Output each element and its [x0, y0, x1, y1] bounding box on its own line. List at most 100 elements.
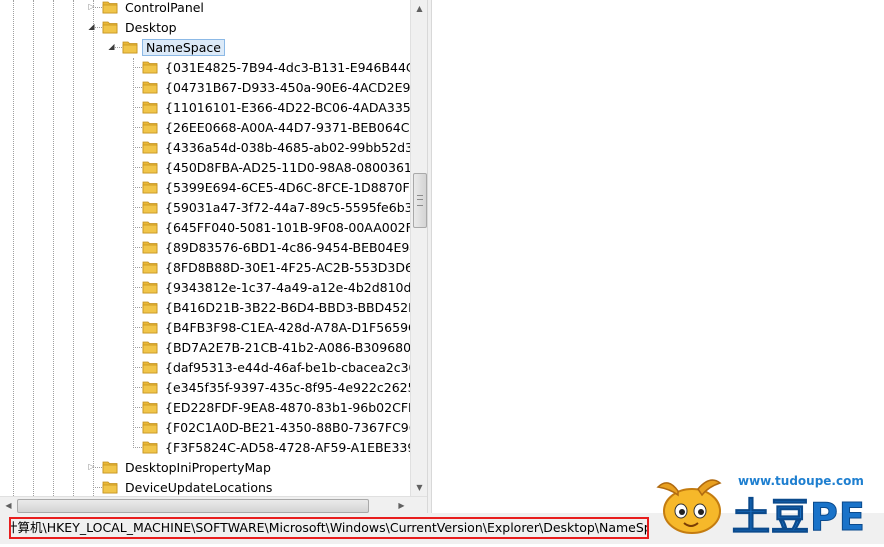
- folder-icon: [142, 141, 158, 154]
- tree-connector-line: [133, 447, 142, 448]
- folder-icon: [142, 441, 158, 454]
- tree-node[interactable]: {9343812e-1c37-4a49-a12e-4b2d810d956b}: [142, 277, 410, 297]
- status-path-text: 计算机\HKEY_LOCAL_MACHINE\SOFTWARE\Microsof…: [9, 520, 649, 535]
- scroll-down-arrow-icon[interactable]: ▼: [411, 479, 428, 496]
- tree-node[interactable]: {e345f35f-9397-435c-8f95-4e922c26259e}: [142, 377, 410, 397]
- tree-node[interactable]: {8FD8B88D-30E1-4F25-AC2B-553D3D65F0EA}: [142, 257, 410, 277]
- tree-node[interactable]: {5399E694-6CE5-4D6C-8FCE-1D8870FDCBA0}: [142, 177, 410, 197]
- tree-connector-line: [133, 147, 142, 148]
- tree-node-label: DesktopIniPropertyMap: [125, 459, 271, 475]
- tree-node-label: {645FF040-5081-101B-9F08-00AA002F954E}: [165, 219, 410, 235]
- tree-node[interactable]: NameSpace: [122, 37, 225, 57]
- tree-node-label: {26EE0668-A00A-44D7-9371-BEB064C98683}: [165, 119, 410, 135]
- tree-node-label: {11016101-E366-4D22-BC06-4ADA335C892B}: [165, 99, 410, 115]
- collapsed-arrow-icon[interactable]: ▷: [87, 462, 96, 471]
- tree-connector-line: [133, 107, 142, 108]
- tree-node[interactable]: {645FF040-5081-101B-9F08-00AA002F954E}: [142, 217, 410, 237]
- watermark-brand: 土豆PE: [732, 495, 866, 540]
- tree-node[interactable]: {031E4825-7B94-4dc3-B131-E946B44C8DD5}: [142, 57, 410, 77]
- tree-node[interactable]: {04731B67-D933-450a-90E6-4ACD2E9408FE}: [142, 77, 410, 97]
- folder-icon: [102, 21, 118, 34]
- folder-icon: [142, 401, 158, 414]
- tree-connector-line: [133, 367, 142, 368]
- tree-node[interactable]: DeviceUpdateLocations: [102, 477, 275, 496]
- tree-node[interactable]: {26EE0668-A00A-44D7-9371-BEB064C98683}: [142, 117, 410, 137]
- tree-node[interactable]: DesktopIniPropertyMap: [102, 457, 274, 477]
- tree-connector-line: [133, 187, 142, 188]
- expanded-arrow-icon[interactable]: ◢: [107, 42, 116, 51]
- tree-node[interactable]: {daf95313-e44d-46af-be1b-cbacea2c3065}: [142, 357, 410, 377]
- tree-node-label: {9343812e-1c37-4a49-a12e-4b2d810d956b}: [165, 279, 410, 295]
- tree-node[interactable]: {4336a54d-038b-4685-ab02-99bb52d3fb8b}: [142, 137, 410, 157]
- tree-vertical-scrollbar[interactable]: ▲ ▼: [410, 0, 428, 496]
- tree-node[interactable]: {450D8FBA-AD25-11D0-98A8-0800361B1103}: [142, 157, 410, 177]
- tree-connector-line: [133, 127, 142, 128]
- tree-connector-line: [93, 487, 102, 488]
- folder-icon: [142, 361, 158, 374]
- tree-node-label: {B4FB3F98-C1EA-428d-A78A-D1F5659CBA93}: [165, 319, 410, 335]
- tree-node[interactable]: Desktop: [102, 17, 180, 37]
- tree-horizontal-scrollbar[interactable]: ◀ ▶: [0, 496, 427, 514]
- tree-node-label: ControlPanel: [125, 0, 204, 15]
- tree-connector-line: [133, 227, 142, 228]
- folder-icon: [142, 221, 158, 234]
- tree-node-label: {F3F5824C-AD58-4728-AF59-A1EBE3392799}: [165, 439, 410, 455]
- tree-node-label: {daf95313-e44d-46af-be1b-cbacea2c3065}: [165, 359, 410, 375]
- tree-node[interactable]: {B416D21B-3B22-B6D4-BBD3-BBD452DB3D5B}: [142, 297, 410, 317]
- tree-guide-line: [93, 0, 94, 496]
- tree-node[interactable]: {F3F5824C-AD58-4728-AF59-A1EBE3392799}: [142, 437, 410, 457]
- tree-connector-line: [133, 207, 142, 208]
- registry-tree[interactable]: ▷ ControlPanel ◢ Desktop ◢ NameSpace {031E4825…: [0, 0, 410, 496]
- tree-node-label: {04731B67-D933-450a-90E6-4ACD2E9408FE}: [165, 79, 410, 95]
- tree-node-label: {B416D21B-3B22-B6D4-BBD3-BBD452DB3D5B}: [165, 299, 410, 315]
- tree-node-label: {89D83576-6BD1-4c86-9454-BEB04E94C819}: [165, 239, 410, 255]
- tree-node[interactable]: {11016101-E366-4D22-BC06-4ADA335C892B}: [142, 97, 410, 117]
- folder-icon: [142, 181, 158, 194]
- folder-icon: [142, 421, 158, 434]
- tree-node-label: DeviceUpdateLocations: [125, 479, 273, 495]
- folder-icon: [142, 241, 158, 254]
- scroll-up-arrow-icon[interactable]: ▲: [411, 0, 428, 17]
- tree-connector-line: [133, 307, 142, 308]
- tree-connector-line: [133, 67, 142, 68]
- folder-icon: [142, 101, 158, 114]
- tree-node[interactable]: {59031a47-3f72-44a7-89c5-5595fe6b30ee}: [142, 197, 410, 217]
- tree-node-label: {F02C1A0D-BE21-4350-88B0-7367FC96EF3C}: [165, 419, 410, 435]
- vertical-scroll-thumb[interactable]: [413, 173, 427, 228]
- tree-guide-line: [13, 0, 14, 496]
- scroll-left-arrow-icon[interactable]: ◀: [0, 497, 17, 514]
- horizontal-scroll-thumb[interactable]: [17, 499, 369, 513]
- folder-icon: [122, 41, 138, 54]
- tree-node-label: {031E4825-7B94-4dc3-B131-E946B44C8DD5}: [165, 59, 410, 75]
- expanded-arrow-icon[interactable]: ◢: [87, 22, 96, 31]
- folder-icon: [142, 61, 158, 74]
- tree-node[interactable]: {B4FB3F98-C1EA-428d-A78A-D1F5659CBA93}: [142, 317, 410, 337]
- folder-icon: [142, 121, 158, 134]
- tree-node[interactable]: {ED228FDF-9EA8-4870-83b1-96b02CFE0D52}: [142, 397, 410, 417]
- tree-node-label: {4336a54d-038b-4685-ab02-99bb52d3fb8b}: [165, 139, 410, 155]
- tree-node[interactable]: ControlPanel: [102, 0, 207, 17]
- tree-connector-line: [133, 347, 142, 348]
- grip-icon: [417, 195, 423, 206]
- tree-connector-line: [133, 87, 142, 88]
- folder-icon: [142, 261, 158, 274]
- tree-node[interactable]: {89D83576-6BD1-4c86-9454-BEB04E94C819}: [142, 237, 410, 257]
- values-pane[interactable]: [432, 0, 884, 513]
- folder-icon: [102, 1, 118, 14]
- tree-connector-line: [133, 287, 142, 288]
- collapsed-arrow-icon[interactable]: ▷: [87, 2, 96, 11]
- tree-node-label: {5399E694-6CE5-4D6C-8FCE-1D8870FDCBA0}: [165, 179, 410, 195]
- tree-guide-line: [33, 0, 34, 496]
- tree-connector-line: [133, 427, 142, 428]
- tree-node[interactable]: {F02C1A0D-BE21-4350-88B0-7367FC96EF3C}: [142, 417, 410, 437]
- tree-node[interactable]: {BD7A2E7B-21CB-41b2-A086-B309680C6B7E}: [142, 337, 410, 357]
- tree-connector-line: [133, 327, 142, 328]
- registry-path-status: 计算机\HKEY_LOCAL_MACHINE\SOFTWARE\Microsof…: [9, 517, 649, 539]
- scroll-right-arrow-icon[interactable]: ▶: [393, 497, 410, 514]
- tree-connector-line: [133, 407, 142, 408]
- folder-icon: [102, 481, 118, 494]
- folder-icon: [102, 461, 118, 474]
- tree-node-label: NameSpace: [142, 38, 225, 56]
- tree-connector-line: [133, 267, 142, 268]
- tree-node-label: {e345f35f-9397-435c-8f95-4e922c26259e}: [165, 379, 410, 395]
